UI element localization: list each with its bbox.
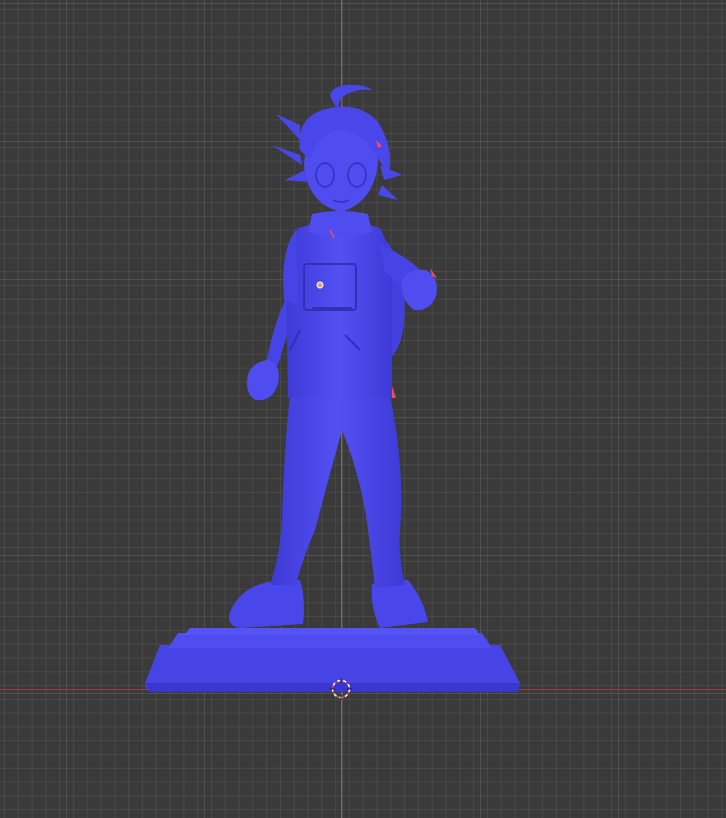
figure-statue-icon[interactable] xyxy=(0,0,726,818)
figure-shoes xyxy=(229,580,428,628)
3d-cursor-icon[interactable] xyxy=(330,678,352,700)
object-origin-icon xyxy=(316,281,324,289)
figure-collar xyxy=(308,211,372,239)
3d-viewport[interactable] xyxy=(0,0,726,818)
figure-legs xyxy=(270,395,405,588)
figure-torso xyxy=(283,221,392,398)
